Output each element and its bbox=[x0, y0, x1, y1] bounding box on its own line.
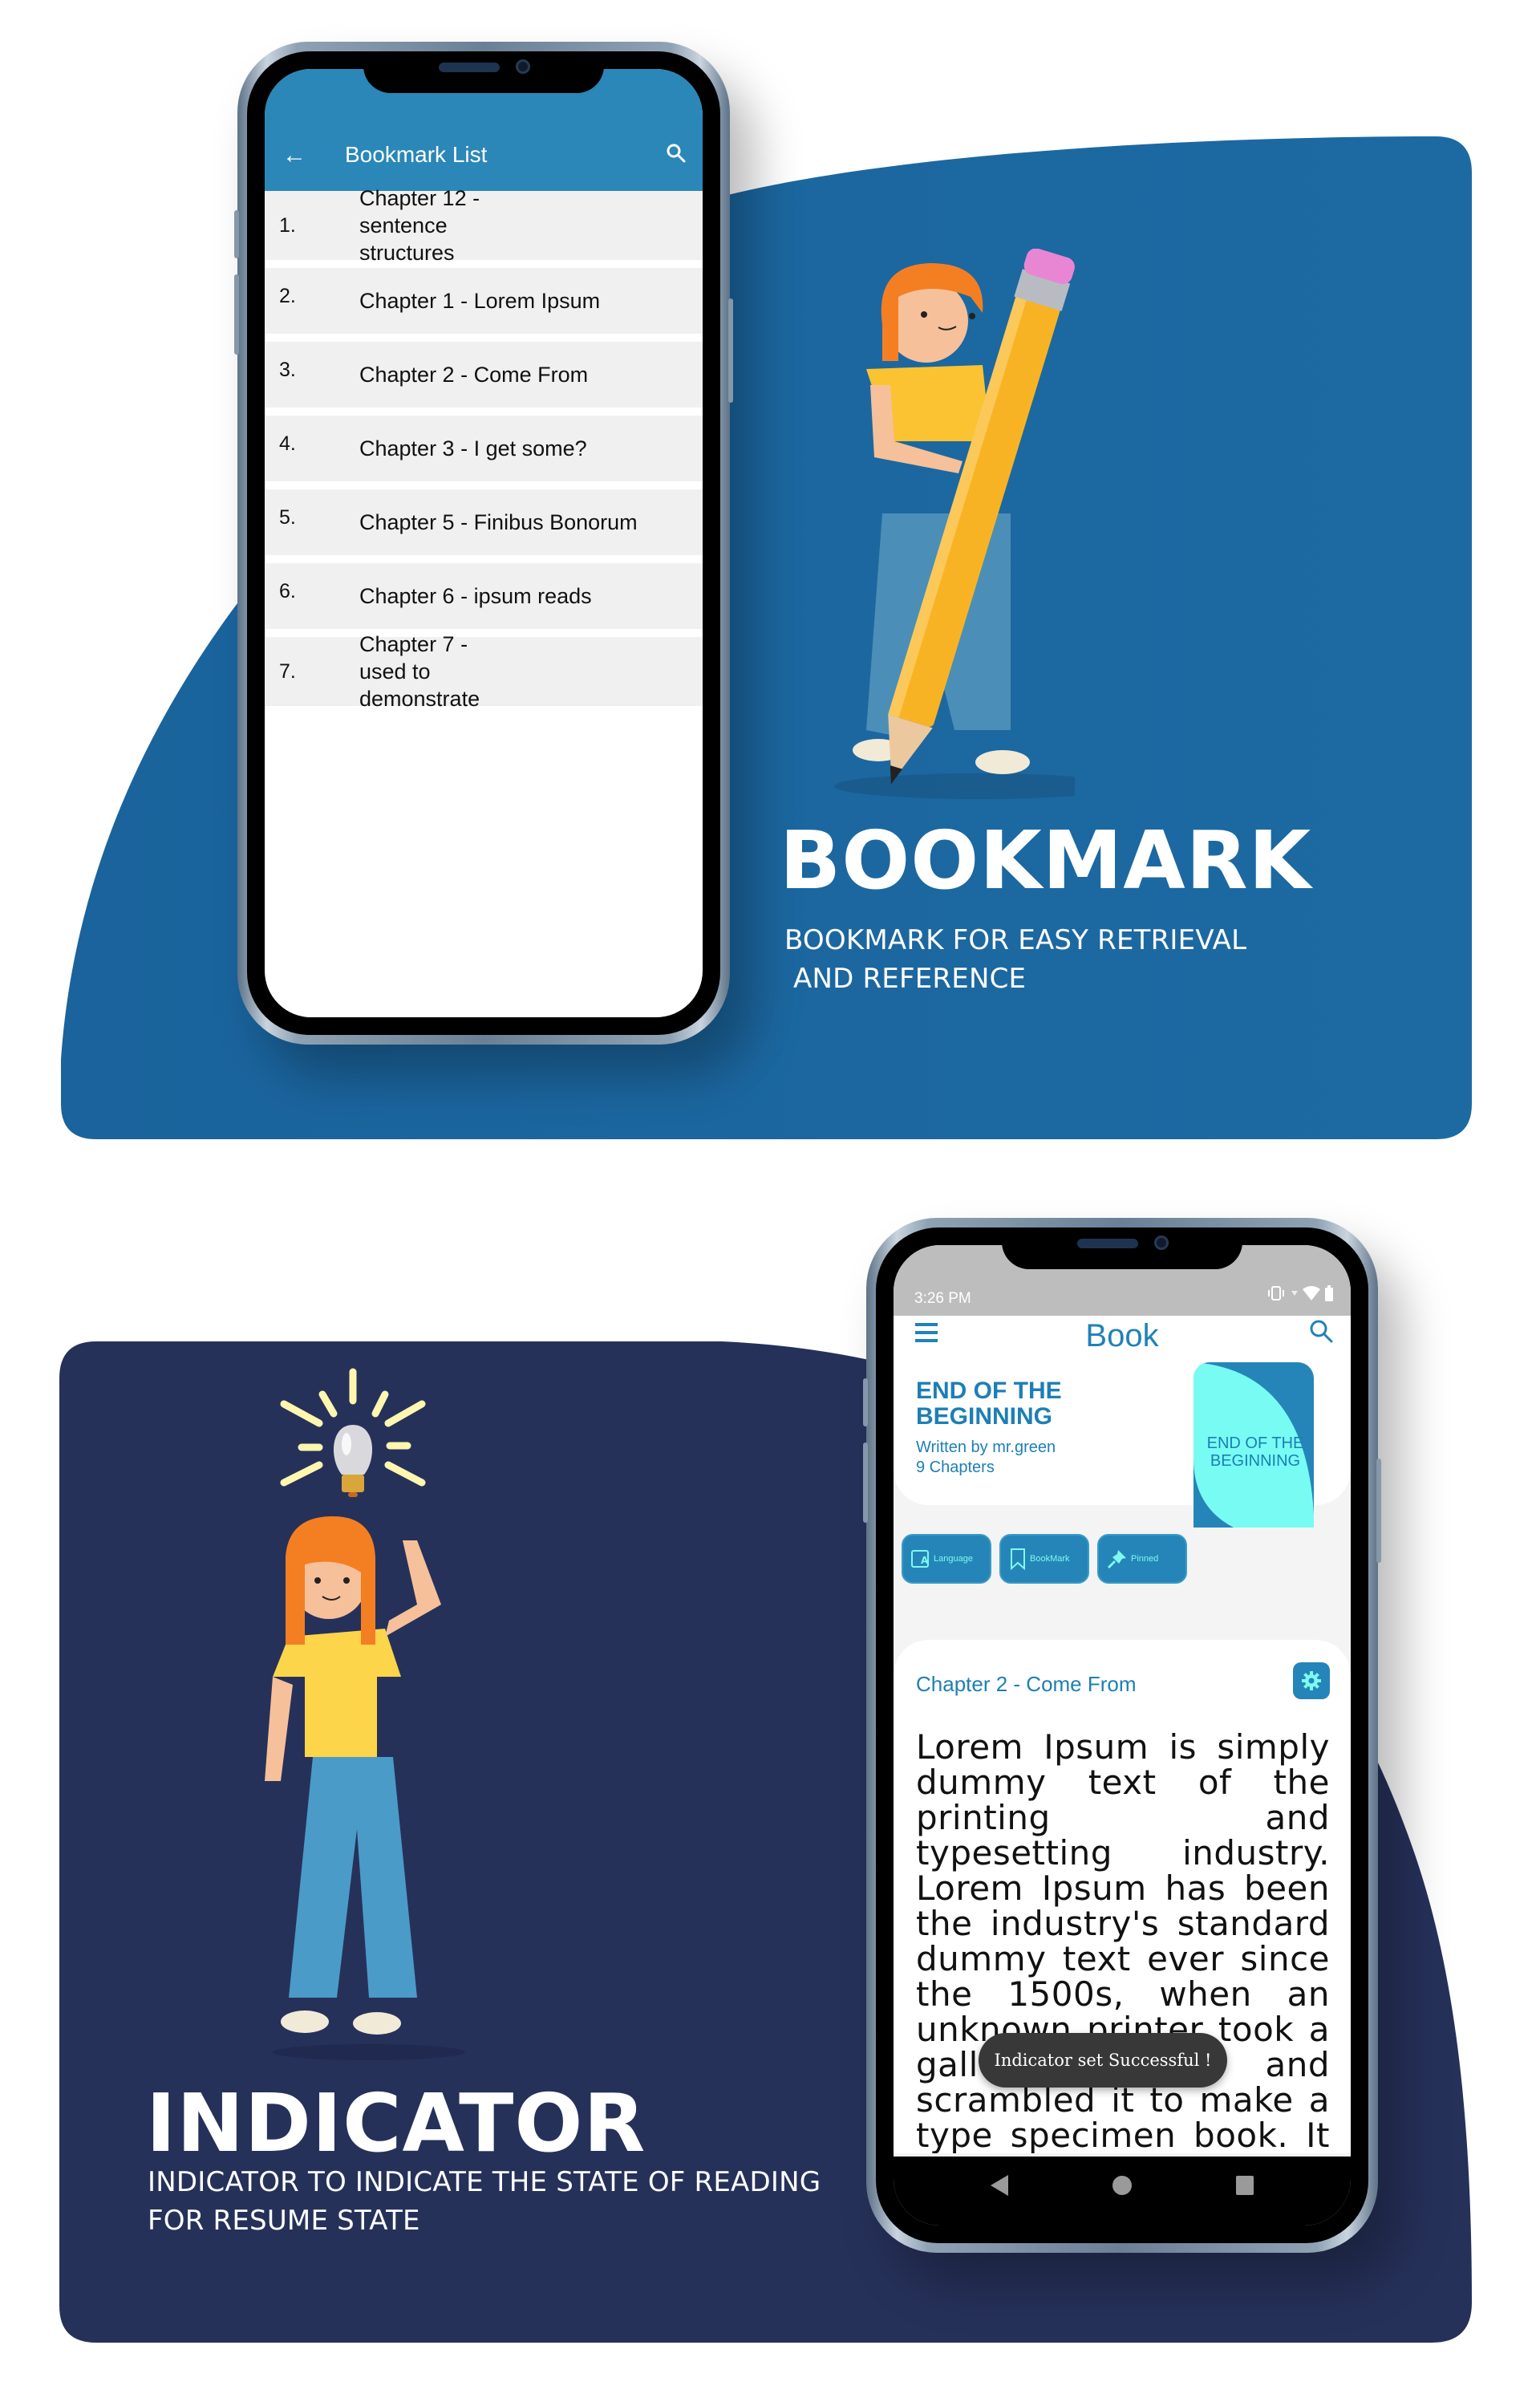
indicator-phone-mockup: 3:26 PM Book END OF THE BEGINNING Writte… bbox=[863, 1218, 1381, 2253]
language-button[interactable]: A Language bbox=[902, 1534, 991, 1584]
bookmark-item[interactable]: 2. Chapter 1 - Lorem Ipsum bbox=[265, 268, 703, 334]
action-label: BookMark bbox=[1030, 1554, 1070, 1564]
indicator-subtitle-line: INDICATOR TO INDICATE THE STATE OF READI… bbox=[148, 2166, 821, 2198]
signal-arrow-icon bbox=[1291, 1291, 1298, 1296]
settings-button[interactable] bbox=[1293, 1662, 1330, 1699]
bookmark-subtitle-line: BOOKMARK FOR EASY RETRIEVAL bbox=[784, 924, 1247, 956]
bookmark-icon bbox=[1011, 1548, 1025, 1570]
app-bar: Book bbox=[894, 1316, 1351, 1356]
bookmark-title: Chapter 12 - sentence structures bbox=[359, 186, 480, 265]
chapter-count: 9 Chapters bbox=[916, 1459, 995, 1476]
back-triangle-icon[interactable] bbox=[991, 2175, 1008, 2196]
bookmark-item[interactable]: 5. Chapter 5 - Finibus Bonorum bbox=[265, 489, 703, 555]
phone-notch bbox=[1002, 1227, 1242, 1269]
page-title: Bookmark List bbox=[345, 142, 488, 167]
indicator-toast: Indicator set Successful ! bbox=[979, 2033, 1227, 2088]
phone-volume-button bbox=[234, 274, 239, 355]
bookmark-list-screen: ← Bookmark List 1. Chapter 12 - sentence… bbox=[265, 69, 703, 1017]
bookmark-item[interactable]: 6. Chapter 6 - ipsum reads bbox=[265, 563, 703, 629]
bookmark-list: 1. Chapter 12 - sentence structures 2. C… bbox=[265, 186, 703, 711]
bookmark-title: Chapter 6 - ipsum reads bbox=[359, 584, 592, 608]
chapter-title: Chapter 2 - Come From bbox=[916, 1672, 1137, 1696]
search-icon[interactable] bbox=[666, 143, 687, 168]
phone-power-button bbox=[1376, 1459, 1381, 1563]
bookmark-number: 1. bbox=[279, 214, 296, 237]
bookmark-title: Chapter 7 - used to demonstrate bbox=[359, 632, 480, 711]
bookmark-phone-mockup: ← Bookmark List 1. Chapter 12 - sentence… bbox=[234, 42, 733, 1045]
status-time: 3:26 PM bbox=[914, 1290, 971, 1307]
book-author: Written by mr.green bbox=[916, 1438, 1056, 1456]
page-title: Book bbox=[1085, 1318, 1159, 1353]
book-cover[interactable]: END OF THE BEGINNING bbox=[1194, 1362, 1314, 1528]
action-label: Language bbox=[934, 1554, 973, 1564]
recents-square-icon[interactable] bbox=[1236, 2176, 1254, 2195]
bookmark-title: Chapter 3 - I get some? bbox=[359, 436, 587, 461]
indicator-subtitle: INDICATOR TO INDICATE THE STATE OF READI… bbox=[148, 2163, 821, 2240]
bookmark-subtitle: BOOKMARK FOR EASY RETRIEVAL AND REFERENC… bbox=[784, 921, 1246, 998]
book-reader-screen: 3:26 PM Book END OF THE BEGINNING Writte… bbox=[894, 1245, 1351, 2226]
action-label: Pinned bbox=[1131, 1554, 1159, 1564]
translate-icon: A bbox=[911, 1550, 929, 1568]
bookmark-item[interactable]: 1. Chapter 12 - sentence structures bbox=[265, 186, 703, 265]
bookmark-number: 4. bbox=[279, 432, 296, 455]
indicator-subtitle-line: FOR RESUME STATE bbox=[148, 2205, 420, 2237]
book-title-line: BEGINNING bbox=[916, 1403, 1053, 1430]
battery-icon bbox=[1325, 1285, 1333, 1301]
chapter-body-text: Lorem Ipsum is simply dummy text of the … bbox=[916, 1727, 1330, 2154]
vibrate-icon bbox=[1268, 1286, 1284, 1300]
girl-with-pencil-illustration bbox=[834, 249, 1075, 799]
phone-power-button bbox=[728, 298, 733, 403]
bookmark-heading: BOOKMARK bbox=[780, 814, 1312, 907]
bookmark-number: 6. bbox=[279, 580, 296, 603]
bookmark-number: 3. bbox=[279, 359, 296, 381]
chapter-reader: Chapter 2 - Come From Lorem Ipsum is sim… bbox=[894, 1640, 1351, 2153]
android-nav-bar bbox=[894, 2157, 1351, 2226]
phone-notch bbox=[363, 51, 604, 93]
cover-title-line: END OF THE bbox=[1206, 1434, 1304, 1452]
search-icon[interactable] bbox=[1309, 1319, 1333, 1347]
bookmark-number: 5. bbox=[279, 506, 296, 529]
book-meta: Written by mr.green 9 Chapters bbox=[916, 1438, 1056, 1478]
phone-volume-button bbox=[234, 210, 239, 258]
svg-text:A: A bbox=[921, 1555, 929, 1566]
bookmark-subtitle-line: AND REFERENCE bbox=[784, 963, 1027, 995]
book-title: END OF THE BEGINNING bbox=[916, 1378, 1062, 1430]
cover-title: END OF THE BEGINNING bbox=[1198, 1434, 1312, 1470]
cover-title-line: BEGINNING bbox=[1210, 1452, 1301, 1470]
bookmark-button[interactable]: BookMark bbox=[999, 1534, 1089, 1584]
pin-icon bbox=[1107, 1550, 1126, 1569]
bookmark-title: Chapter 1 - Lorem Ipsum bbox=[359, 289, 601, 313]
gear-icon bbox=[1302, 1671, 1321, 1690]
home-circle-icon[interactable] bbox=[1112, 2176, 1132, 2195]
bookmark-title: Chapter 5 - Finibus Bonorum bbox=[359, 510, 638, 534]
phone-volume-button bbox=[863, 1378, 868, 1426]
bookmark-item[interactable]: 3. Chapter 2 - Come From bbox=[265, 342, 703, 408]
wifi-icon bbox=[1303, 1286, 1320, 1300]
arrow-left-icon[interactable]: ← bbox=[282, 144, 306, 168]
bookmark-title: Chapter 2 - Come From bbox=[359, 363, 589, 387]
bookmark-item[interactable]: 4. Chapter 3 - I get some? bbox=[265, 416, 703, 481]
bookmark-number: 2. bbox=[279, 285, 296, 307]
bookmark-number: 7. bbox=[279, 660, 296, 683]
bookmark-item[interactable]: 7. Chapter 7 - used to demonstrate bbox=[265, 632, 703, 711]
book-title-line: END OF THE bbox=[916, 1378, 1062, 1404]
lightbulb-icon bbox=[280, 1368, 426, 1497]
indicator-heading: INDICATOR bbox=[146, 2076, 646, 2170]
pinned-button[interactable]: Pinned bbox=[1097, 1534, 1187, 1584]
phone-volume-button bbox=[863, 1442, 868, 1523]
girl-pointing-illustration bbox=[265, 1516, 465, 2060]
